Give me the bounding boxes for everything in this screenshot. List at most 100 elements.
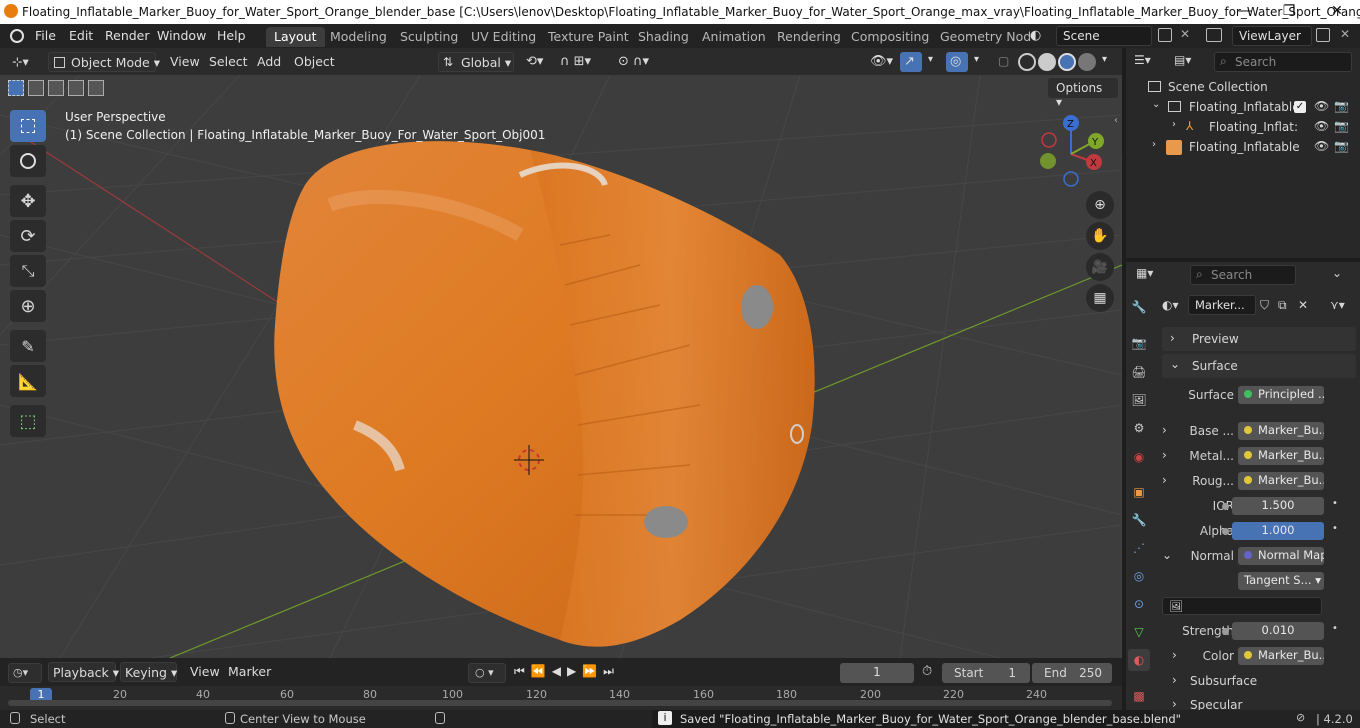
view-layer-field[interactable]: ViewLayer <box>1232 26 1312 46</box>
select-box-tool-icon[interactable] <box>10 110 46 142</box>
tab-rendering[interactable]: Rendering <box>769 27 849 47</box>
scene-name-field[interactable]: Scene <box>1056 26 1152 46</box>
normal-map-field[interactable]: Normal Map <box>1238 547 1324 565</box>
properties-editor-icon[interactable]: ▦▾ <box>1136 266 1153 280</box>
scale-tool-icon[interactable]: ⤡ <box>10 255 46 287</box>
surface-shader-field[interactable]: Principled ... <box>1238 386 1324 404</box>
zoom-icon[interactable]: ⊕ <box>1086 191 1114 219</box>
select-extend-icon[interactable] <box>28 80 44 96</box>
tab-shading[interactable]: Shading <box>630 27 697 47</box>
minimize-button[interactable]: — <box>1222 0 1268 24</box>
transform-tool-icon[interactable]: ⊕ <box>10 290 46 322</box>
world-tab-icon[interactable]: ◉ <box>1128 446 1150 468</box>
keyframe-dot-icon[interactable]: • <box>1332 498 1338 509</box>
snap-icon[interactable]: ∩ ⊞▾ <box>556 52 595 72</box>
new-view-layer-icon[interactable] <box>1316 28 1330 42</box>
editor-type-icon[interactable]: ⊹▾ <box>8 52 33 72</box>
checkbox-icon[interactable]: ✓ <box>1294 101 1306 113</box>
material-shading-icon[interactable] <box>1058 53 1076 71</box>
select-subtract-icon[interactable] <box>48 80 64 96</box>
gizmo-dropdown-icon[interactable]: ▾ <box>924 52 937 72</box>
ior-field[interactable]: 1.500 <box>1232 497 1324 515</box>
modifier-tab-icon[interactable]: 🔧 <box>1128 509 1150 531</box>
overlay-dropdown-icon[interactable]: ▾ <box>970 52 983 72</box>
pivot-icon[interactable]: ⟲▾ <box>522 52 547 72</box>
end-frame-field[interactable]: End 250 <box>1032 663 1112 683</box>
outliner-row-collection[interactable]: ⌄ Floating_Inflatable ✓ 👁 📷 <box>1126 98 1360 118</box>
material-name-field[interactable]: Marker... <box>1188 295 1256 315</box>
shading-dropdown-icon[interactable]: ▾ <box>1098 52 1111 72</box>
timeline-menu-marker[interactable]: Marker <box>224 662 275 682</box>
auto-keying-icon[interactable]: ○ ▾ <box>468 663 506 683</box>
ortho-grid-icon[interactable]: ▦ <box>1086 284 1114 312</box>
base-color-field[interactable]: Marker_Bu... <box>1238 422 1324 440</box>
collapse-chevron-icon[interactable]: ⌄ <box>1152 99 1160 110</box>
physics-tab-icon[interactable]: ◎ <box>1128 565 1150 587</box>
proportional-edit-icon[interactable]: ⊙ ∩▾ <box>614 52 653 72</box>
display-mode-icon[interactable]: ▤▾ <box>1174 53 1191 67</box>
render-tab-icon[interactable]: 📷 <box>1128 332 1150 354</box>
outliner-editor-icon[interactable]: ☰▾ <box>1134 53 1151 67</box>
pan-hand-icon[interactable]: ✋ <box>1086 222 1114 250</box>
timeline-editor-icon[interactable]: ◷▾ <box>8 663 42 683</box>
collapse-chevron-icon[interactable]: ⌄ <box>1162 548 1172 562</box>
remove-scene-icon[interactable]: ✕ <box>1180 27 1190 41</box>
camera-icon[interactable]: 📷 <box>1334 99 1349 113</box>
sidebar-toggle-icon[interactable]: ‹ <box>1114 115 1118 126</box>
image-texture-field[interactable]: 🖼 <box>1162 597 1322 615</box>
constraints-tab-icon[interactable]: ⊙ <box>1128 593 1150 615</box>
add-cube-tool-icon[interactable]: ⬚ <box>10 405 46 437</box>
color-field[interactable]: Marker_Bu... <box>1238 647 1324 665</box>
expand-chevron-icon[interactable]: › <box>1172 119 1176 130</box>
view-layer-tab-icon[interactable]: 🖼 <box>1128 389 1150 411</box>
select-new-icon[interactable] <box>8 80 24 96</box>
xray-icon[interactable]: ▢ <box>994 52 1013 72</box>
output-tab-icon[interactable]: 🖨 <box>1128 361 1150 383</box>
overlay-toggle-icon[interactable]: ◎ <box>946 52 968 72</box>
stopwatch-icon[interactable]: ⏱ <box>922 664 932 679</box>
eye-icon[interactable]: 👁 <box>1314 119 1329 133</box>
tab-modeling[interactable]: Modeling <box>322 27 395 47</box>
frame-ruler[interactable]: 1 20 40 60 80 100 120 140 160 180 200 22… <box>0 686 1122 710</box>
expand-chevron-icon[interactable]: › <box>1162 473 1167 487</box>
annotate-tool-icon[interactable]: ✎ <box>10 330 46 362</box>
outliner-row-scene-collection[interactable]: Scene Collection <box>1126 78 1360 98</box>
move-tool-icon[interactable]: ✥ <box>10 185 46 217</box>
eye-icon[interactable]: 👁 <box>1314 99 1329 113</box>
menu-file[interactable]: File <box>35 28 56 43</box>
material-browse-icon[interactable]: ◐▾ <box>1162 298 1179 312</box>
expand-chevron-icon[interactable]: › <box>1172 648 1177 662</box>
tab-texture-paint[interactable]: Texture Paint <box>540 27 637 47</box>
alpha-field[interactable]: 1.000 <box>1232 522 1324 540</box>
expand-chevron-icon[interactable]: › <box>1162 448 1167 462</box>
camera-view-icon[interactable]: 🎥 <box>1086 253 1114 281</box>
menu-object[interactable]: Object <box>290 52 339 72</box>
timeline-menu-view[interactable]: View <box>186 662 224 682</box>
menu-help[interactable]: Help <box>217 28 246 43</box>
keyframe-dot-icon[interactable]: • <box>1332 523 1338 534</box>
menu-edit[interactable]: Edit <box>69 28 93 43</box>
tangent-space-dropdown[interactable]: Tangent S... ▾ <box>1238 572 1324 590</box>
texture-tab-icon[interactable]: ▩ <box>1128 685 1150 707</box>
wireframe-shading-icon[interactable] <box>1018 53 1036 71</box>
navigation-gizmo[interactable]: Z X Y <box>1040 115 1104 187</box>
preview-section[interactable]: › Preview <box>1162 327 1356 351</box>
properties-dropdown-icon[interactable]: ⌄ <box>1332 266 1342 280</box>
menu-add[interactable]: Add <box>253 52 285 72</box>
playback-dropdown[interactable]: Playback ▾ <box>48 662 119 682</box>
strength-field[interactable]: 0.010 <box>1232 622 1324 640</box>
orientation-dropdown[interactable]: ⇅ Global ▾ <box>438 52 514 72</box>
menu-view[interactable]: View <box>166 52 204 72</box>
node-tree-icon[interactable]: ⋎▾ <box>1330 298 1345 312</box>
expand-chevron-icon[interactable]: › <box>1152 139 1156 150</box>
prop-row-subsurface[interactable]: › Subsurface <box>1162 670 1356 692</box>
menu-render[interactable]: Render <box>105 28 150 43</box>
tab-animation[interactable]: Animation <box>694 27 774 47</box>
menu-select[interactable]: Select <box>205 52 252 72</box>
roughness-field[interactable]: Marker_Bu... <box>1238 472 1324 490</box>
tab-compositing[interactable]: Compositing <box>843 27 937 47</box>
unlink-material-icon[interactable]: ✕ <box>1298 298 1308 312</box>
camera-icon[interactable]: 📷 <box>1334 119 1349 133</box>
options-button[interactable]: Options ▾ <box>1048 78 1118 109</box>
select-invert-icon[interactable] <box>68 80 84 96</box>
